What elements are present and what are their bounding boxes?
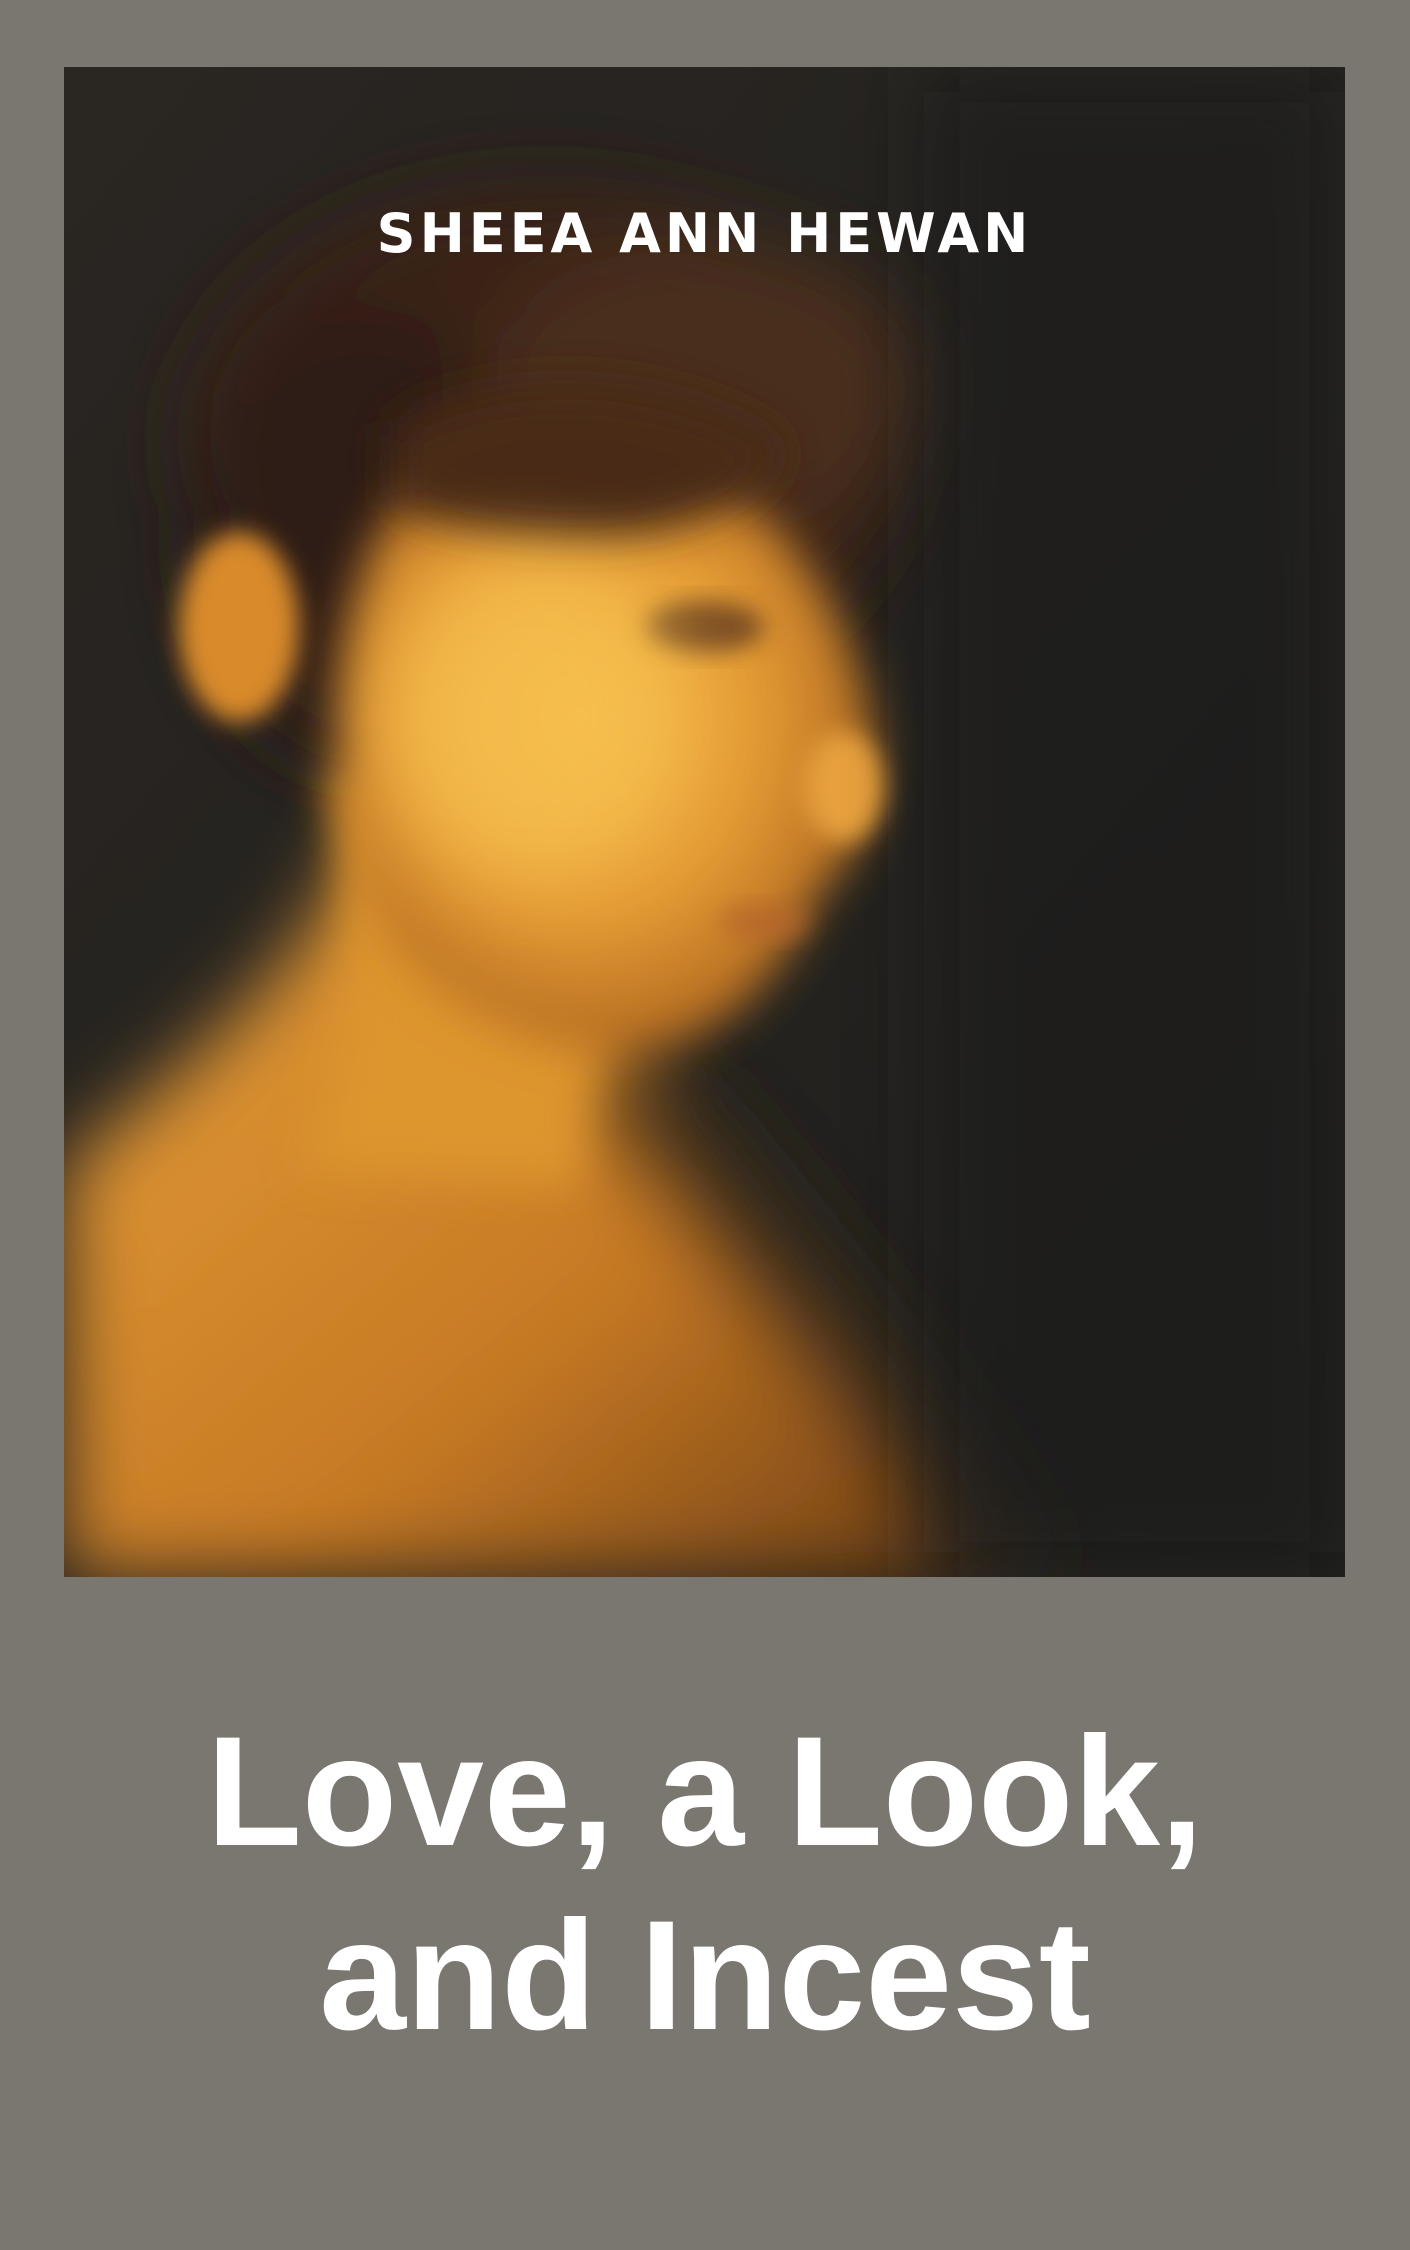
author-name: SHEEA ANN HEWAN [376,202,1033,265]
cover-photo: SHEEA ANN HEWAN [64,67,1345,1577]
book-title-line-2: and Incest [319,1889,1091,2063]
book-title-line-1: Love, a Look, [206,1705,1204,1879]
book-title: Love, a Look, and Incest [0,1700,1410,2068]
blurred-portrait-image [64,67,1345,1577]
book-cover: SHEEA ANN HEWAN Love, a Look, and Incest [0,0,1410,2250]
